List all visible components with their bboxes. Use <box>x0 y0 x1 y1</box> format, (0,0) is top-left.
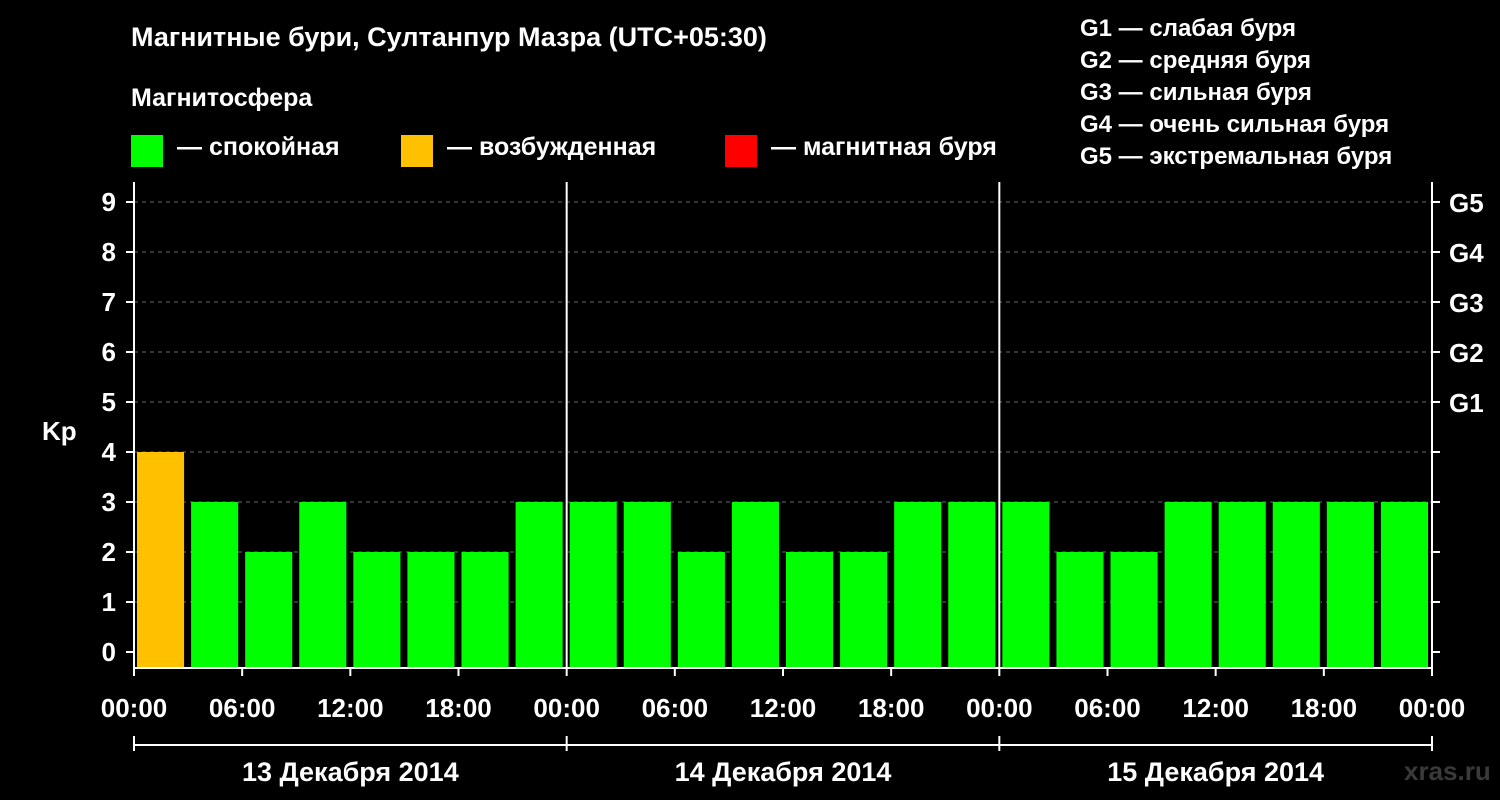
kp-bar <box>569 502 617 668</box>
g-axis-label: G2 <box>1449 338 1484 368</box>
y-tick-label: 8 <box>102 237 116 267</box>
x-tick-label: 06:00 <box>209 693 276 723</box>
kp-bar <box>461 552 509 668</box>
day-label: 14 Декабря 2014 <box>675 757 892 787</box>
kp-bar <box>1272 502 1320 668</box>
day-label: 15 Декабря 2014 <box>1107 757 1324 787</box>
kp-bar <box>623 502 671 668</box>
watermark: xras.ru <box>1404 756 1491 786</box>
kp-bar <box>353 552 401 668</box>
kp-bar <box>786 552 834 668</box>
y-tick-label: 5 <box>102 387 116 417</box>
kp-bar <box>677 552 725 668</box>
kp-bar <box>299 502 347 668</box>
x-tick-label: 06:00 <box>1074 693 1141 723</box>
y-tick-label: 7 <box>102 287 116 317</box>
g-axis-label: G4 <box>1449 238 1484 268</box>
x-tick-label: 12:00 <box>317 693 384 723</box>
x-tick-label: 00:00 <box>101 693 168 723</box>
g-axis-label: G3 <box>1449 288 1484 318</box>
x-tick-label: 12:00 <box>750 693 817 723</box>
x-tick-label: 06:00 <box>642 693 709 723</box>
y-tick-label: 6 <box>102 337 116 367</box>
kp-bar <box>191 502 239 668</box>
x-tick-label: 00:00 <box>533 693 600 723</box>
kp-bar <box>1218 502 1266 668</box>
kp-bar <box>137 452 185 668</box>
kp-bar <box>1110 552 1158 668</box>
y-tick-label: 1 <box>102 587 116 617</box>
kp-bar <box>840 552 888 668</box>
kp-bar <box>515 502 563 668</box>
x-tick-label: 18:00 <box>858 693 925 723</box>
kp-bar <box>245 552 293 668</box>
kp-bar-chart: 0 1 2 3 4 5 6 7 8 9 G1 G2 G3 G4 G5 Kp 00:00 06:00 12:00 18:… <box>42 182 1484 787</box>
kp-bar <box>894 502 942 668</box>
kp-bar <box>1164 502 1212 668</box>
x-tick-label: 18:00 <box>425 693 492 723</box>
y-tick-label: 4 <box>102 437 117 467</box>
y-tick-label: 2 <box>102 537 116 567</box>
y-tick-label: 0 <box>102 637 116 667</box>
day-label: 13 Декабря 2014 <box>242 757 459 787</box>
kp-bar <box>407 552 455 668</box>
g-axis-label: G1 <box>1449 388 1484 418</box>
x-tick-label: 00:00 <box>1399 693 1466 723</box>
kp-bar <box>1326 502 1374 668</box>
y-tick-label: 9 <box>102 187 116 217</box>
kp-bar <box>948 502 996 668</box>
y-tick-label: 3 <box>102 487 116 517</box>
kp-bar <box>1380 502 1428 668</box>
kp-bar <box>1002 502 1050 668</box>
kp-bar <box>1056 552 1104 668</box>
y-axis-label: Kp <box>42 416 77 446</box>
x-tick-label: 00:00 <box>966 693 1033 723</box>
kp-bar <box>731 502 779 668</box>
x-tick-label: 12:00 <box>1182 693 1249 723</box>
g-axis-label: G5 <box>1449 188 1484 218</box>
x-tick-label: 18:00 <box>1291 693 1358 723</box>
